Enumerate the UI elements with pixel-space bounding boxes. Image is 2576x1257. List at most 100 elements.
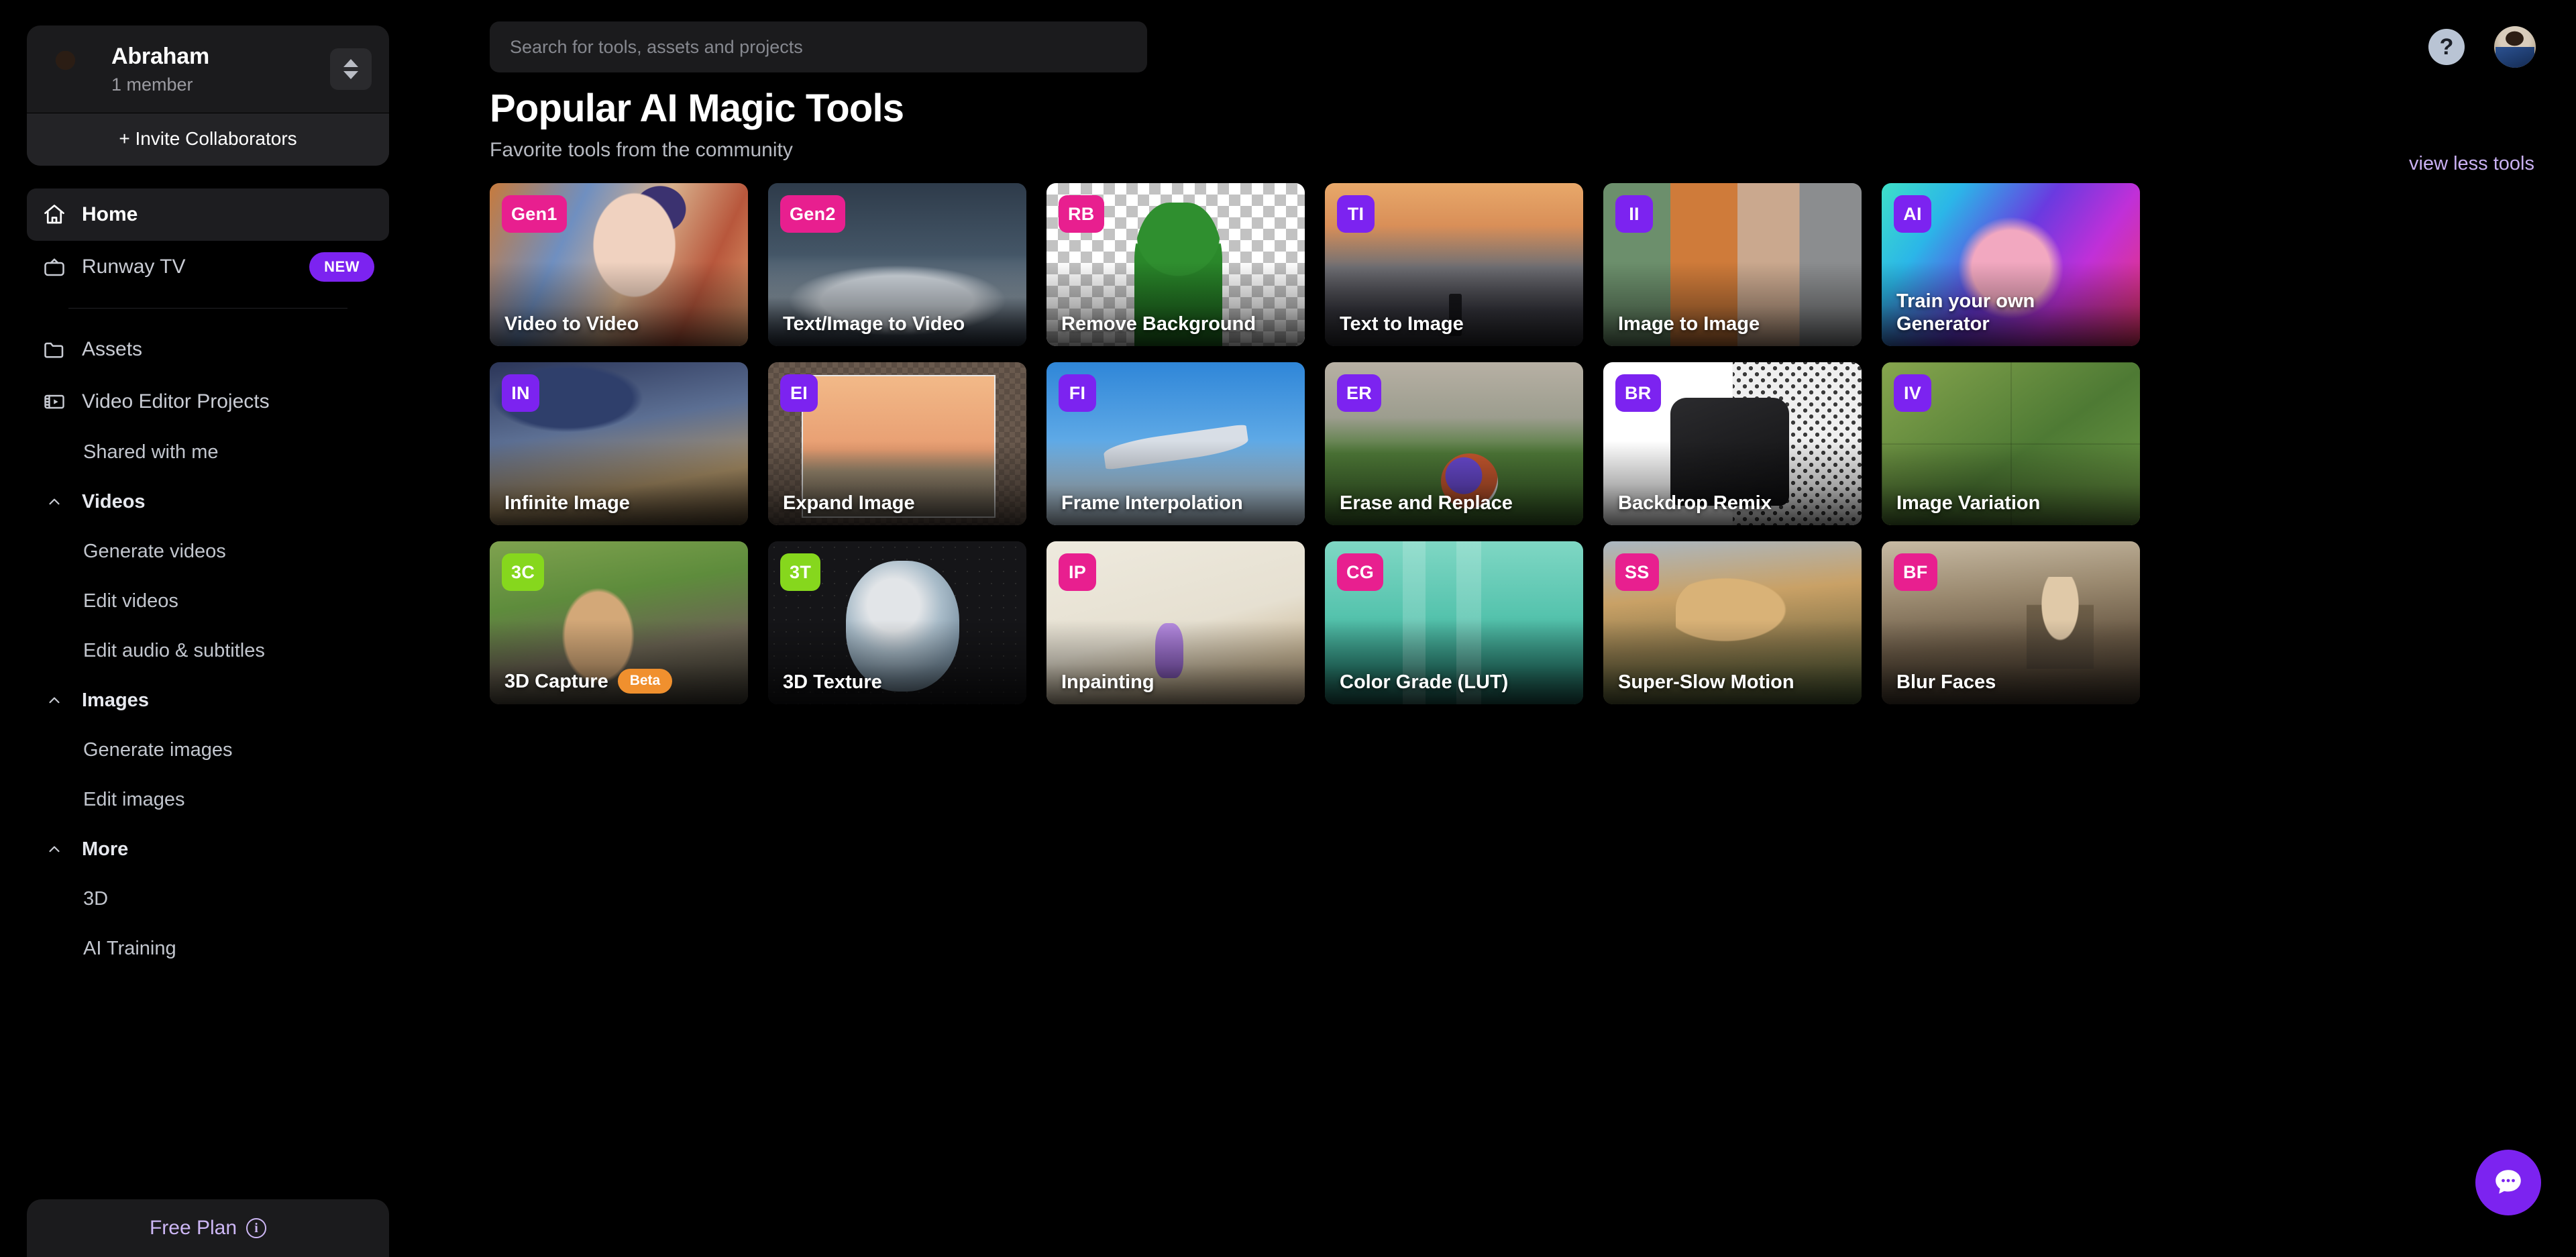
- page-subtitle: Favorite tools from the community: [490, 139, 793, 161]
- sidebar-group-label: Videos: [82, 491, 146, 513]
- free-plan-button[interactable]: Free Plan i: [27, 1199, 389, 1257]
- sidebar-item-video-editor-projects[interactable]: Video Editor Projects: [27, 376, 389, 428]
- tool-card[interactable]: IV Image Variation: [1882, 362, 2140, 525]
- sidebar-group-images[interactable]: Images: [27, 676, 389, 726]
- main-content: ? Popular AI Magic Tools Favorite tools …: [416, 0, 2576, 1257]
- tool-card-title-row: Frame Interpolation: [1061, 492, 1293, 514]
- avatar[interactable]: [2494, 26, 2536, 68]
- tool-card-title: Video to Video: [504, 313, 639, 335]
- chat-bubble-icon[interactable]: [2475, 1150, 2541, 1215]
- tool-card-title-row: Backdrop Remix: [1618, 492, 1849, 514]
- workspace-switch-button[interactable]: [330, 48, 372, 90]
- tool-card-title: Super-Slow Motion: [1618, 671, 1794, 693]
- workspace-switcher-card[interactable]: Abraham 1 member + Invite Collaborators: [27, 25, 389, 166]
- tool-card[interactable]: ER Erase and Replace: [1325, 362, 1583, 525]
- top-bar: ?: [416, 0, 2576, 74]
- sidebar: Abraham 1 member + Invite Collaborators …: [0, 0, 416, 1257]
- tool-card-title-row: Text/Image to Video: [783, 313, 1014, 335]
- sidebar-group-more[interactable]: More: [27, 825, 389, 875]
- tool-card-title-row: Video to Video: [504, 313, 736, 335]
- page-heading: Popular AI Magic Tools Favorite tools fr…: [416, 74, 2576, 162]
- info-icon[interactable]: i: [246, 1218, 267, 1238]
- tool-badge: EI: [780, 374, 818, 412]
- tool-card[interactable]: IP Inpainting: [1046, 541, 1305, 704]
- tool-card[interactable]: BR Backdrop Remix: [1603, 362, 1862, 525]
- top-bar-actions: ?: [2428, 26, 2536, 68]
- tool-card-title-row: Image Variation: [1896, 492, 2128, 514]
- sidebar-item-generate-videos[interactable]: Generate videos: [27, 527, 389, 577]
- workspace-summary[interactable]: Abraham 1 member: [27, 25, 389, 113]
- tool-card[interactable]: 3T 3D Texture: [768, 541, 1026, 704]
- sidebar-group-videos[interactable]: Videos: [27, 478, 389, 527]
- tool-card-title: Infinite Image: [504, 492, 630, 514]
- tool-card-title-row: Erase and Replace: [1340, 492, 1571, 514]
- sidebar-nav: Home Runway TV NEW Assets Video Editor P…: [0, 188, 416, 974]
- tool-card[interactable]: Gen1 Video to Video: [490, 183, 748, 346]
- tool-badge: IN: [502, 374, 539, 412]
- tool-badge: TI: [1337, 195, 1375, 233]
- tool-card[interactable]: CG Color Grade (LUT): [1325, 541, 1583, 704]
- tool-card[interactable]: IN Infinite Image: [490, 362, 748, 525]
- tool-card-title: Remove Background: [1061, 313, 1256, 335]
- tool-badge: ER: [1337, 374, 1382, 412]
- tool-card[interactable]: TI Text to Image: [1325, 183, 1583, 346]
- tool-card-title-row: Super-Slow Motion: [1618, 671, 1849, 694]
- tool-card[interactable]: EI Expand Image: [768, 362, 1026, 525]
- tool-card-title: Expand Image: [783, 492, 915, 514]
- sidebar-item-label: Video Editor Projects: [82, 390, 270, 413]
- tool-badge: Gen2: [780, 195, 845, 233]
- view-less-tools-link[interactable]: view less tools: [2409, 153, 2534, 175]
- tool-card-title-row: Infinite Image: [504, 492, 736, 514]
- sidebar-group-label: More: [82, 838, 129, 861]
- sidebar-item-edit-videos[interactable]: Edit videos: [27, 577, 389, 626]
- tool-badge: RB: [1059, 195, 1104, 233]
- tool-card[interactable]: SS Super-Slow Motion: [1603, 541, 1862, 704]
- tool-card-title-row: Color Grade (LUT): [1340, 671, 1571, 694]
- chevron-down-icon: [343, 70, 358, 79]
- tool-badge: IP: [1059, 553, 1096, 591]
- tool-badge: II: [1615, 195, 1653, 233]
- invite-collaborators-button[interactable]: + Invite Collaborators: [27, 112, 389, 166]
- tool-card-title: Image to Image: [1618, 313, 1760, 335]
- sidebar-item-edit-audio-subtitles[interactable]: Edit audio & subtitles: [27, 626, 389, 676]
- tool-card[interactable]: Gen2 Text/Image to Video: [768, 183, 1026, 346]
- sidebar-item-label: Home: [82, 203, 138, 225]
- tool-card[interactable]: 3C 3D Capture Beta: [490, 541, 748, 704]
- workspace-info: Abraham 1 member: [111, 43, 314, 95]
- sidebar-group-label: Images: [82, 690, 149, 712]
- tool-badge: 3C: [502, 553, 545, 591]
- tool-card-title: Inpainting: [1061, 671, 1155, 693]
- tool-card[interactable]: RB Remove Background: [1046, 183, 1305, 346]
- sidebar-item-3d[interactable]: 3D: [27, 875, 389, 924]
- sidebar-item-runway-tv[interactable]: Runway TV NEW: [27, 241, 389, 293]
- tool-badge: FI: [1059, 374, 1096, 412]
- tool-card[interactable]: BF Blur Faces: [1882, 541, 2140, 704]
- chevron-up-icon: [42, 841, 67, 859]
- tool-card-title: Blur Faces: [1896, 671, 1996, 693]
- tool-card[interactable]: II Image to Image: [1603, 183, 1862, 346]
- tool-badge: AI: [1894, 195, 1931, 233]
- sidebar-item-edit-images[interactable]: Edit images: [27, 775, 389, 825]
- tool-card-title: Erase and Replace: [1340, 492, 1513, 514]
- sidebar-item-home[interactable]: Home: [27, 188, 389, 241]
- chevron-up-icon: [42, 692, 67, 710]
- sidebar-divider: [68, 307, 347, 309]
- workspace-avatar-icon: [44, 44, 95, 95]
- sidebar-item-ai-training[interactable]: AI Training: [27, 924, 389, 974]
- tool-card[interactable]: AI Train your own Generator: [1882, 183, 2140, 346]
- folder-icon: [42, 337, 67, 362]
- sidebar-item-generate-images[interactable]: Generate images: [27, 726, 389, 775]
- search-input[interactable]: [490, 21, 1147, 72]
- question-mark-icon[interactable]: ?: [2428, 29, 2465, 65]
- home-icon: [42, 202, 67, 227]
- tool-card-title-row: Remove Background: [1061, 313, 1293, 335]
- chevron-up-icon: [42, 494, 67, 511]
- sidebar-item-shared-with-me[interactable]: Shared with me: [27, 428, 389, 478]
- tool-badge: 3T: [780, 553, 821, 591]
- tool-card[interactable]: FI Frame Interpolation: [1046, 362, 1305, 525]
- plan-label: Free Plan: [149, 1217, 237, 1239]
- new-badge: NEW: [309, 252, 374, 282]
- tool-badge: IV: [1894, 374, 1931, 412]
- sidebar-item-assets[interactable]: Assets: [27, 323, 389, 376]
- tools-grid: Gen1 Video to Video Gen2 Text/Image to Vide…: [416, 162, 2576, 704]
